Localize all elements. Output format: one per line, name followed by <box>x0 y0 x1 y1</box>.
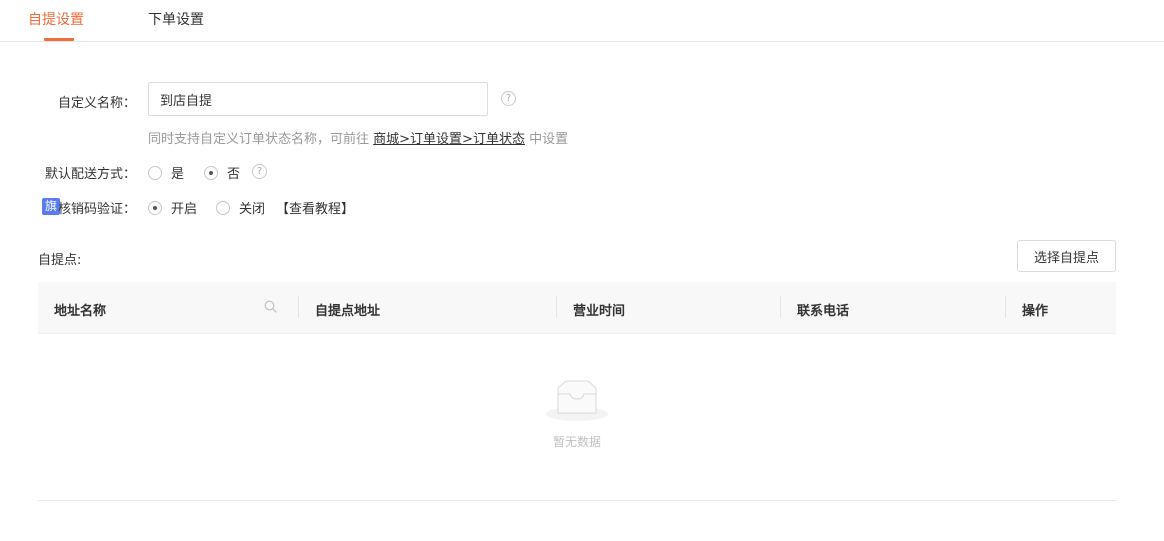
column-actions: 操作 <box>1022 304 1049 319</box>
verify-code-label: 核销码验证： <box>57 202 136 217</box>
pickup-points-label: 自提点: <box>38 253 82 268</box>
active-tab-indicator <box>44 38 74 41</box>
radio-circle <box>216 200 230 215</box>
verify-on-radio[interactable]: 开启 <box>148 198 197 217</box>
hint-prefix: 同时支持自定义订单状态名称，可前往 <box>148 132 370 147</box>
tab-pickup-settings[interactable]: 自提设置 <box>28 9 84 29</box>
custom-name-hint: 同时支持自定义订单状态名称，可前往 商城>订单设置>订单状态 中设置 <box>148 128 568 147</box>
radio-label: 是 <box>171 167 185 182</box>
verify-off-radio[interactable]: 关闭 <box>216 198 265 217</box>
radio-circle <box>204 165 218 180</box>
column-address-name: 地址名称 <box>54 304 107 319</box>
default-delivery-label: 默认配送方式： <box>44 167 136 182</box>
empty-box-icon <box>546 380 608 421</box>
column-contact-phone: 联系电话 <box>797 304 850 319</box>
hint-suffix: 中设置 <box>529 132 569 147</box>
tab-order-settings[interactable]: 下单设置 <box>148 9 204 29</box>
question-icon[interactable]: ? <box>501 91 516 106</box>
select-pickup-point-button[interactable]: 选择自提点 <box>1017 240 1116 272</box>
column-pickup-address: 自提点地址 <box>315 304 381 319</box>
search-icon[interactable] <box>264 300 277 313</box>
pickup-table-header: 地址名称 自提点地址 营业时间 联系电话 操作 <box>38 282 1116 334</box>
radio-label: 开启 <box>171 202 198 217</box>
column-divider <box>298 296 299 318</box>
radio-circle <box>148 165 162 180</box>
radio-label: 否 <box>227 167 241 182</box>
empty-data-text: 暂无数据 <box>552 435 601 449</box>
order-status-link[interactable]: 商城>订单设置>订单状态 <box>373 132 525 147</box>
default-delivery-no-radio[interactable]: 否 <box>204 163 240 182</box>
custom-name-label: 自定义名称： <box>57 96 136 111</box>
radio-label: 关闭 <box>239 202 266 217</box>
question-icon[interactable]: ? <box>252 164 267 179</box>
custom-name-input[interactable] <box>148 82 488 116</box>
column-business-hours: 营业时间 <box>573 304 626 319</box>
view-tutorial-link[interactable]: 【查看教程】 <box>276 198 354 217</box>
default-delivery-yes-radio[interactable]: 是 <box>148 163 184 182</box>
column-divider <box>780 296 781 318</box>
radio-circle <box>148 200 162 215</box>
column-divider <box>556 296 557 318</box>
column-divider <box>1005 296 1006 318</box>
settings-tabs: 自提设置 下单设置 <box>0 0 1164 42</box>
table-bottom-border <box>38 500 1116 501</box>
